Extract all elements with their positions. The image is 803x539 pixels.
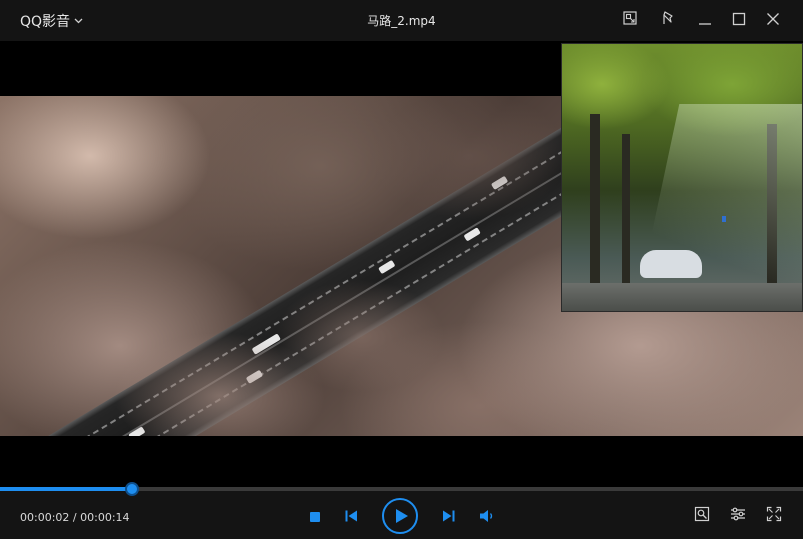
seek-bar-fill [0, 487, 132, 491]
seek-bar-handle[interactable] [125, 482, 139, 496]
car-visual [245, 369, 264, 384]
road-sign-visual [722, 216, 726, 222]
app-brand-label: QQ影音 [20, 14, 71, 30]
current-time: 00:00:02 [20, 511, 70, 524]
tree-trunk-visual [590, 114, 600, 294]
player-window: QQ影音 马路_2.mp4 00:00:02 / 00:00:14 [0, 0, 803, 539]
stop-button[interactable] [306, 508, 324, 526]
play-button[interactable] [382, 498, 418, 534]
total-time: 00:00:14 [80, 511, 130, 524]
pin-icon [661, 10, 677, 30]
fullscreen-icon [766, 506, 782, 526]
stop-icon [309, 508, 321, 527]
skip-previous-icon [344, 508, 358, 527]
screenshot-icon [694, 506, 710, 526]
mini-mode-icon [622, 10, 638, 30]
maximize-icon [732, 11, 746, 30]
previous-button[interactable] [341, 507, 361, 527]
chevron-down-icon [74, 18, 83, 24]
video-area[interactable] [0, 41, 803, 487]
minimize-icon [698, 11, 712, 30]
pin-button[interactable] [659, 10, 679, 30]
settings-button[interactable] [728, 506, 748, 526]
equalizer-settings-icon [730, 506, 746, 526]
maximize-button[interactable] [729, 10, 749, 30]
mini-mode-button[interactable] [620, 10, 640, 30]
close-icon [766, 11, 780, 30]
seek-bar[interactable] [0, 482, 803, 496]
ground-visual [562, 283, 802, 311]
skip-next-icon [442, 508, 456, 527]
parked-car-visual [640, 250, 702, 278]
next-button[interactable] [439, 507, 459, 527]
picture-in-picture-frame[interactable] [561, 43, 803, 312]
minimize-button[interactable] [695, 10, 715, 30]
fullscreen-button[interactable] [764, 506, 784, 526]
window-title: 马路_2.mp4 [367, 14, 436, 28]
title-bar[interactable]: QQ影音 马路_2.mp4 [0, 0, 803, 41]
tree-trunk-visual [622, 134, 630, 284]
play-icon [395, 508, 409, 524]
volume-button[interactable] [477, 507, 497, 527]
volume-icon [479, 508, 495, 527]
time-display: 00:00:02 / 00:00:14 [20, 511, 130, 524]
screenshot-button[interactable] [692, 506, 712, 526]
app-menu-button[interactable]: QQ影音 [20, 11, 83, 31]
close-button[interactable] [763, 10, 783, 30]
sunlight-visual [634, 104, 802, 311]
time-separator: / [72, 511, 77, 524]
